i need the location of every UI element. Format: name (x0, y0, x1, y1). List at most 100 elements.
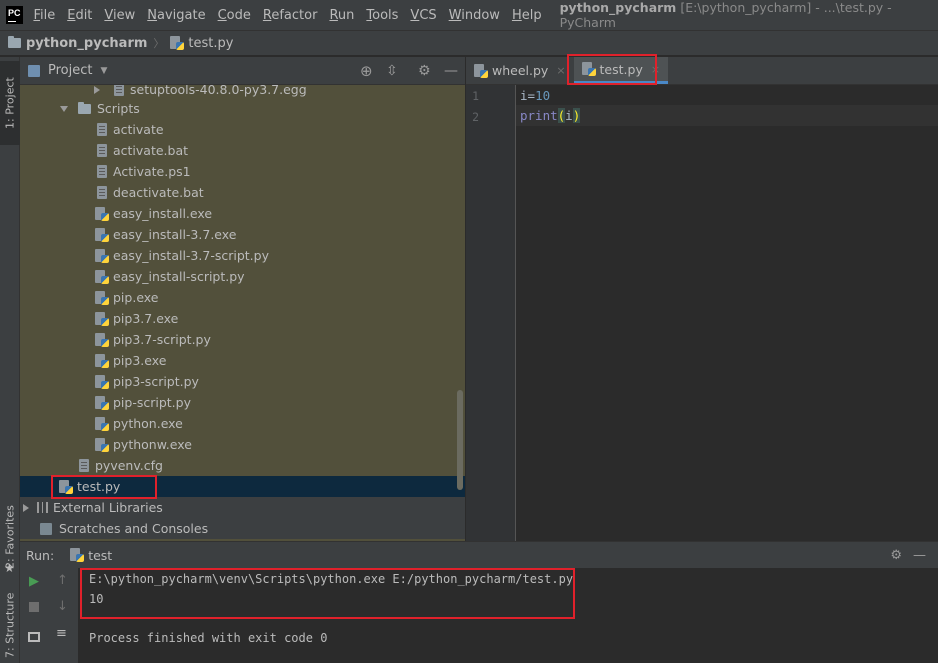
soft-wrap-icon[interactable]: ≡ (56, 626, 67, 641)
tree-item[interactable]: pip.exe (20, 287, 465, 308)
python-file-icon (95, 248, 109, 263)
file-icon (79, 459, 89, 472)
expand-icon[interactable] (23, 503, 29, 512)
tree-item[interactable]: pythonw.exe (20, 434, 465, 455)
file-icon (97, 144, 107, 157)
python-file-icon (95, 269, 109, 284)
project-tree: setuptools-40.8.0-py3.7.egg Scripts acti… (20, 85, 465, 541)
python-file-icon (95, 206, 109, 221)
play-icon[interactable]: ▶ (29, 574, 39, 589)
tree-item-scratches[interactable]: Scratches and Consoles (20, 518, 465, 539)
chevron-down-icon[interactable]: ▼ (100, 66, 107, 76)
menu-navigate[interactable]: Navigate (147, 8, 205, 23)
tree-item[interactable]: deactivate.bat (20, 182, 465, 203)
folder-icon (78, 101, 91, 114)
menu-view[interactable]: View (104, 8, 135, 23)
project-panel-title[interactable]: Project (48, 63, 92, 78)
menu-edit[interactable]: Edit (67, 8, 92, 23)
gear-icon[interactable]: ⚙ (418, 63, 431, 79)
tree-item[interactable]: easy_install-3.7-script.py (20, 245, 465, 266)
breadcrumb: python_pycharm 〉 test.py (0, 30, 938, 56)
run-panel-header: Run: test ⚙ — (20, 541, 938, 568)
tree-item[interactable]: python.exe (20, 413, 465, 434)
tree-scrollbar[interactable] (457, 390, 463, 490)
tab-structure[interactable]: 7: Structure (0, 587, 20, 663)
python-file-icon (95, 437, 109, 452)
project-view-icon (28, 64, 40, 77)
tree-item[interactable]: pip3.exe (20, 350, 465, 371)
breadcrumb-file[interactable]: test.py (188, 36, 233, 51)
breadcrumb-project[interactable]: python_pycharm (26, 36, 147, 51)
tree-item[interactable]: easy_install-3.7.exe (20, 224, 465, 245)
editor-tabs: wheel.py × test.py × (466, 57, 938, 85)
python-file-icon (95, 332, 109, 347)
run-label: Run: (26, 547, 55, 563)
python-file-icon (95, 416, 109, 431)
pycharm-logo-icon: PC (6, 6, 24, 24)
chevron-right-icon: 〉 (153, 37, 165, 50)
arrow-down-icon[interactable]: ↓ (57, 599, 68, 614)
gear-icon[interactable]: ⚙ (890, 548, 902, 563)
code-line-1[interactable]: i=10 (520, 85, 550, 106)
menu-help[interactable]: Help (512, 8, 542, 23)
tree-item[interactable]: pip-script.py (20, 392, 465, 413)
menu-window[interactable]: Window (449, 8, 500, 23)
code-line-2[interactable]: print(i) (520, 105, 581, 126)
tree-item[interactable]: easy_install.exe (20, 203, 465, 224)
tree-item[interactable]: Activate.ps1 (20, 161, 465, 182)
collapse-icon[interactable]: ⇳ (386, 63, 398, 79)
stop-icon[interactable] (29, 602, 39, 612)
highlight-box-editor-tab (567, 54, 657, 85)
egg-file-icon (114, 85, 124, 96)
python-file-icon (95, 374, 109, 389)
left-tool-strip: 1: Project 2: Favorites ★ 7: Structure (0, 57, 20, 663)
tree-item[interactable]: activate.bat (20, 140, 465, 161)
scratches-icon (40, 522, 52, 535)
hide-icon[interactable]: — (444, 63, 458, 79)
python-file-icon (95, 395, 109, 410)
close-icon[interactable]: × (556, 64, 565, 77)
tab-wheel-py[interactable]: wheel.py × (466, 57, 574, 84)
window-title: python_pycharm [E:\python_pycharm] - ...… (559, 0, 892, 30)
python-file-icon (170, 36, 185, 50)
line-number-gutter: 1 2 (466, 85, 516, 541)
tree-item[interactable]: pyvenv.cfg (20, 455, 465, 476)
collapse-arrow-icon[interactable] (60, 105, 68, 112)
run-toolbar: ▶ ↑ ↓ ≡ (20, 568, 78, 663)
python-file-icon (95, 290, 109, 305)
arrow-up-icon[interactable]: ↑ (57, 573, 68, 588)
menu-file[interactable]: File (33, 8, 55, 23)
star-icon: ★ (4, 561, 15, 575)
tree-item[interactable]: pip3.7.exe (20, 308, 465, 329)
python-file-icon (95, 311, 109, 326)
line-number: 2 (472, 110, 479, 124)
tree-item-external-libraries[interactable]: External Libraries (20, 497, 465, 518)
console-exit-line: Process finished with exit code 0 (89, 631, 328, 645)
menu-run[interactable]: Run (329, 8, 354, 23)
highlight-box-tree-file (51, 475, 157, 499)
file-icon (97, 186, 107, 199)
line-number: 1 (472, 89, 479, 103)
layout-icon[interactable] (28, 632, 40, 642)
folder-icon (8, 36, 21, 48)
library-icon (37, 502, 48, 513)
python-file-icon (95, 227, 109, 242)
tree-item-scripts[interactable]: Scripts (20, 98, 465, 119)
expand-icon[interactable] (94, 85, 100, 94)
run-config-tab[interactable]: test (88, 548, 112, 563)
tree-item[interactable]: pip3-script.py (20, 371, 465, 392)
menu-vcs[interactable]: VCS (410, 8, 436, 23)
hide-icon[interactable]: — (913, 548, 926, 563)
menu-code[interactable]: Code (218, 8, 251, 23)
tab-project[interactable]: 1: Project (0, 61, 20, 145)
tree-item[interactable]: pip3.7-script.py (20, 329, 465, 350)
tree-item[interactable]: activate (20, 119, 465, 140)
project-panel-header: Project ▼ ⊕ ⇳ ⚙ — (20, 57, 465, 85)
tree-item[interactable]: easy_install-script.py (20, 266, 465, 287)
menu-tools[interactable]: Tools (366, 8, 398, 23)
locate-icon[interactable]: ⊕ (360, 62, 373, 80)
menu-bar: PC File Edit View Navigate Code Refactor… (0, 0, 938, 30)
menu-refactor[interactable]: Refactor (263, 8, 318, 23)
code-editor[interactable]: i=10 print(i) (516, 85, 938, 541)
file-icon (97, 123, 107, 136)
